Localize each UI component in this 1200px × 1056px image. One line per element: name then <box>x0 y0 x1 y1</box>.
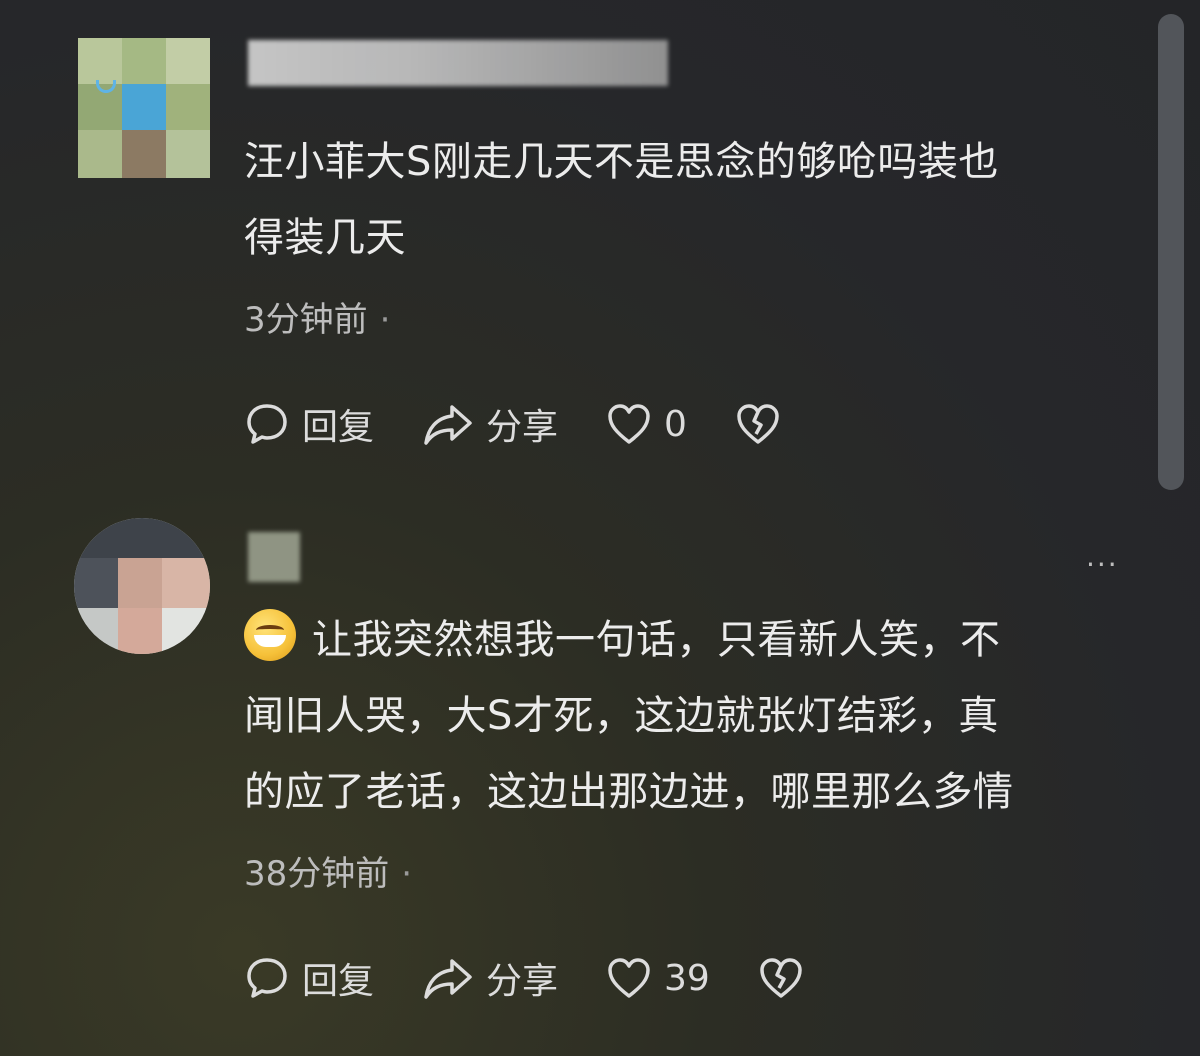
like-button[interactable]: 39 <box>606 956 710 1000</box>
timestamp-text: 3分钟前 <box>244 300 368 340</box>
scrollbar[interactable] <box>1158 14 1184 490</box>
username-redacted[interactable] <box>248 40 668 86</box>
reply-button[interactable]: 回复 <box>244 398 374 450</box>
reply-button[interactable]: 回复 <box>244 952 374 1004</box>
separator-dot: · <box>379 300 391 340</box>
broken-heart-icon <box>737 404 779 444</box>
more-options-button[interactable]: ··· <box>1086 548 1119 581</box>
like-count: 0 <box>664 403 687 445</box>
speech-bubble-icon <box>247 958 287 998</box>
reply-label: 回复 <box>302 407 375 448</box>
timestamp: 38分钟前 · <box>244 846 412 895</box>
action-bar: 回复 分享 0 <box>244 398 841 450</box>
like-count: 39 <box>664 957 710 999</box>
timestamp: 3分钟前 · <box>244 292 390 341</box>
comment-text-line: 让我突然想我一句话，只看新人笑，不 <box>312 617 1001 663</box>
heart-icon <box>608 958 650 998</box>
share-arrow-icon <box>424 959 472 999</box>
share-label: 分享 <box>486 407 559 448</box>
broken-heart-icon <box>760 958 802 998</box>
reply-label: 回复 <box>302 961 375 1002</box>
share-arrow-icon <box>424 405 472 445</box>
share-label: 分享 <box>486 961 559 1002</box>
share-button[interactable]: 分享 <box>422 952 558 1004</box>
avatar[interactable] <box>74 518 210 654</box>
heart-icon <box>608 404 650 444</box>
avatar[interactable] <box>78 38 210 178</box>
timestamp-text: 38分钟前 <box>244 854 390 894</box>
grinning-face-icon <box>244 609 296 661</box>
like-button[interactable]: 0 <box>606 402 687 446</box>
dislike-button[interactable] <box>735 402 793 446</box>
comment-text: 让我突然想我一句话，只看新人笑，不 闻旧人哭，大S才死，这边就张灯结彩，真 的应… <box>244 602 1014 830</box>
action-bar: 回复 分享 39 <box>244 952 864 1004</box>
dislike-button[interactable] <box>758 956 816 1000</box>
share-button[interactable]: 分享 <box>422 398 558 450</box>
speech-bubble-icon <box>247 404 287 444</box>
separator-dot: · <box>401 854 413 894</box>
username-redacted[interactable] <box>248 532 300 582</box>
comment-text: 汪小菲大S刚走几天不是思念的够呛吗装也 得装几天 <box>244 139 999 261</box>
